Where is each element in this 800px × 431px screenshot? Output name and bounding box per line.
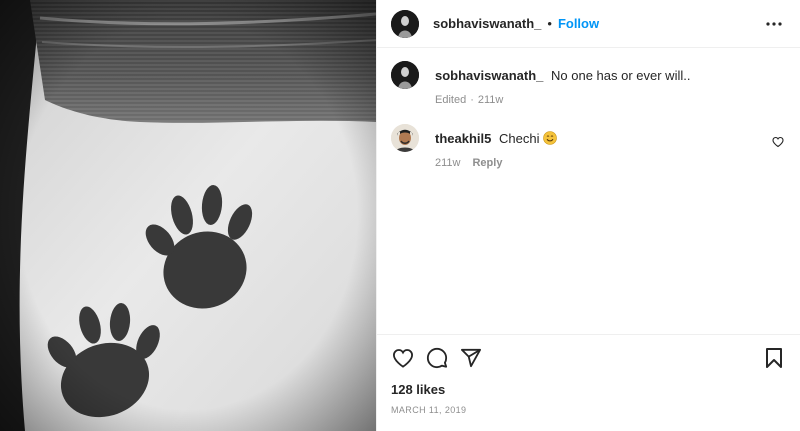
comment-age[interactable]: 211w xyxy=(435,157,460,169)
reply-button[interactable]: Reply xyxy=(472,157,502,169)
comment-icon[interactable] xyxy=(425,346,449,370)
caption-avatar[interactable] xyxy=(391,61,419,89)
actions-divider xyxy=(377,334,800,335)
post-photo[interactable] xyxy=(0,0,376,431)
heart-icon[interactable] xyxy=(391,346,415,370)
commenter-username[interactable]: theakhil5 xyxy=(435,131,491,146)
paw-tattoo-image xyxy=(0,0,376,431)
likes-count[interactable]: 128 likes xyxy=(391,382,445,397)
caption-username[interactable]: sobhaviswanath_ xyxy=(435,68,543,83)
header-separator: • xyxy=(547,16,552,31)
post-header: sobhaviswanath_ • Follow xyxy=(377,0,800,48)
bookmark-icon[interactable] xyxy=(762,346,786,370)
caption-comment: sobhaviswanath_ No one has or ever will.… xyxy=(391,61,786,106)
caption-text: No one has or ever will.. xyxy=(551,68,691,83)
comment-heart-icon[interactable] xyxy=(772,135,786,149)
follow-button[interactable]: Follow xyxy=(558,16,599,31)
author-avatar[interactable] xyxy=(391,9,419,38)
caption-age[interactable]: 211w xyxy=(478,94,503,106)
smiling-face-emoji-icon xyxy=(543,131,557,145)
share-icon[interactable] xyxy=(459,346,483,370)
post-actions-bar xyxy=(391,344,786,372)
caption-edited-label: Edited xyxy=(435,94,467,106)
comments-list: sobhaviswanath_ No one has or ever will.… xyxy=(377,49,800,333)
more-options-icon[interactable] xyxy=(762,12,786,36)
meta-separator: · xyxy=(470,94,474,106)
author-username[interactable]: sobhaviswanath_ xyxy=(433,16,541,31)
post-date[interactable]: MARCH 11, 2019 xyxy=(391,405,466,415)
post-side-panel: sobhaviswanath_ • Follow sobhaviswanath_… xyxy=(376,0,800,431)
commenter-avatar[interactable] xyxy=(391,124,419,152)
comment-item: theakhil5 Chechi 211w Reply xyxy=(391,124,786,169)
comment-text: Chechi xyxy=(498,131,540,146)
